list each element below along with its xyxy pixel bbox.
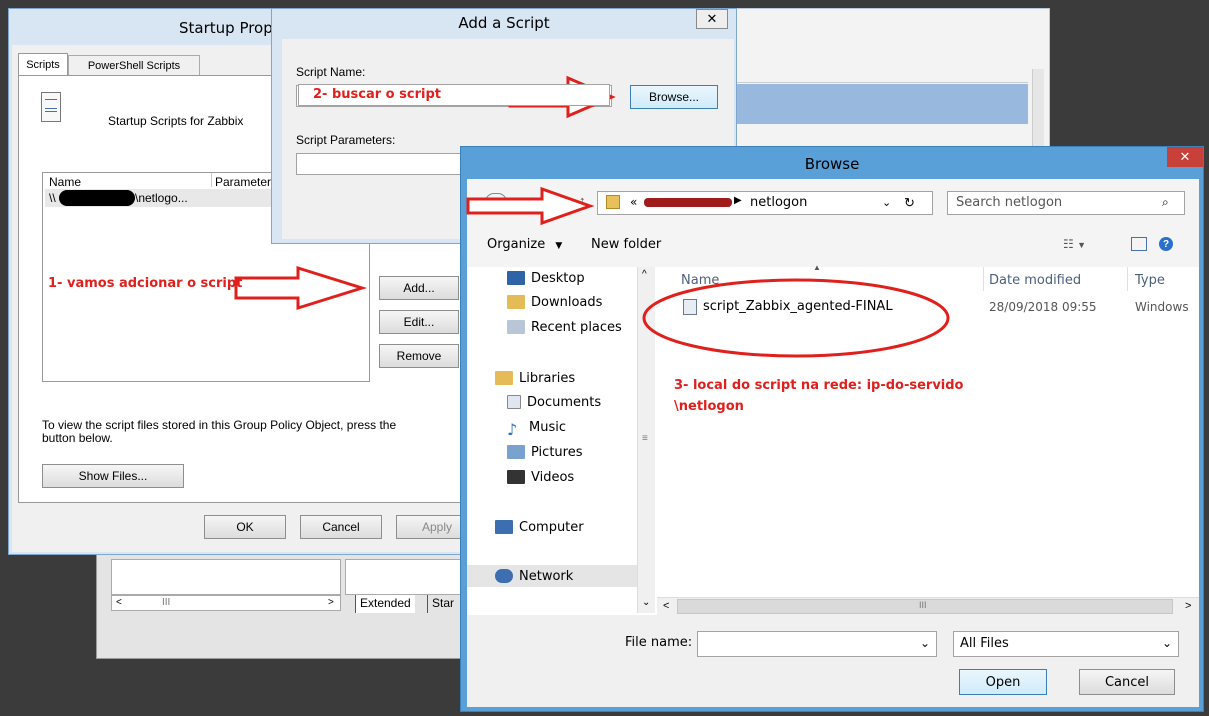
- annotation-overlay: [234, 75, 950, 358]
- annotation-ellipse-file: [642, 278, 950, 358]
- annotation-step2: 2- buscar o script: [313, 87, 441, 102]
- annotation-step3-line1: 3- local do script na rede: ip-do-servid…: [674, 378, 964, 393]
- annotation-step2-box: 2- buscar o script: [298, 84, 610, 106]
- annotation-step3-line2: \netlogon: [674, 399, 744, 414]
- annotation-arrow-address: [466, 186, 595, 226]
- annotation-step1: 1- vamos adcionar o script: [48, 276, 243, 291]
- annotation-arrow-add: [234, 265, 368, 311]
